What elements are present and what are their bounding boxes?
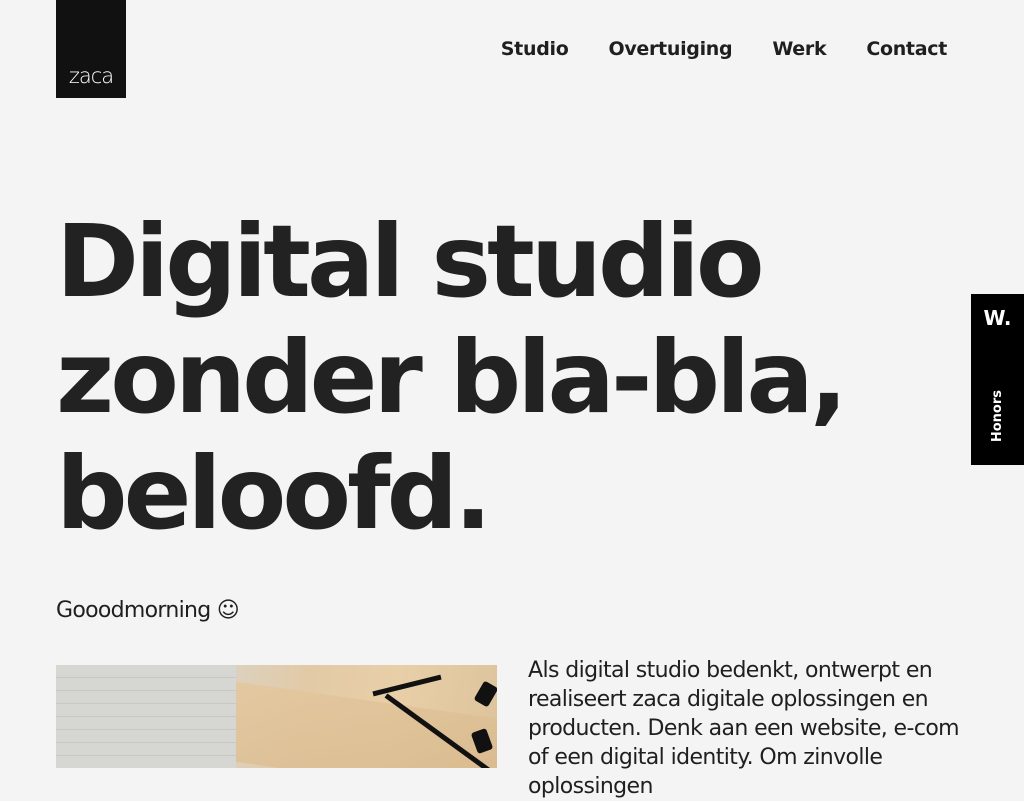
nav-item-studio[interactable]: Studio	[501, 38, 569, 60]
logo-text: zaca	[68, 64, 114, 88]
spotlight	[473, 680, 497, 708]
zaca-logo[interactable]: zaca	[56, 0, 126, 98]
awards-label: Honors	[990, 390, 1005, 443]
greeting-text: Gooodmorning ☺	[56, 598, 240, 623]
studio-photo	[56, 665, 497, 768]
main-nav: Studio Overtuiging Werk Contact	[501, 38, 948, 60]
intro-paragraph: Als digital studio bedenkt, ontwerpt en …	[528, 658, 960, 799]
awards-badge[interactable]: W. Honors	[971, 294, 1024, 465]
hero-line-3: beloofd.	[56, 435, 492, 552]
hero-line-1: Digital studio	[56, 203, 765, 320]
nav-item-contact[interactable]: Contact	[866, 38, 947, 60]
hero-heading: Digital studio zonder bla-bla, beloofd.	[56, 203, 848, 552]
awards-mark: W.	[983, 306, 1012, 330]
light-rail	[372, 674, 442, 697]
nav-item-overtuiging[interactable]: Overtuiging	[608, 38, 732, 60]
hero-line-2: zonder bla-bla,	[56, 319, 848, 436]
nav-item-werk[interactable]: Werk	[772, 38, 826, 60]
